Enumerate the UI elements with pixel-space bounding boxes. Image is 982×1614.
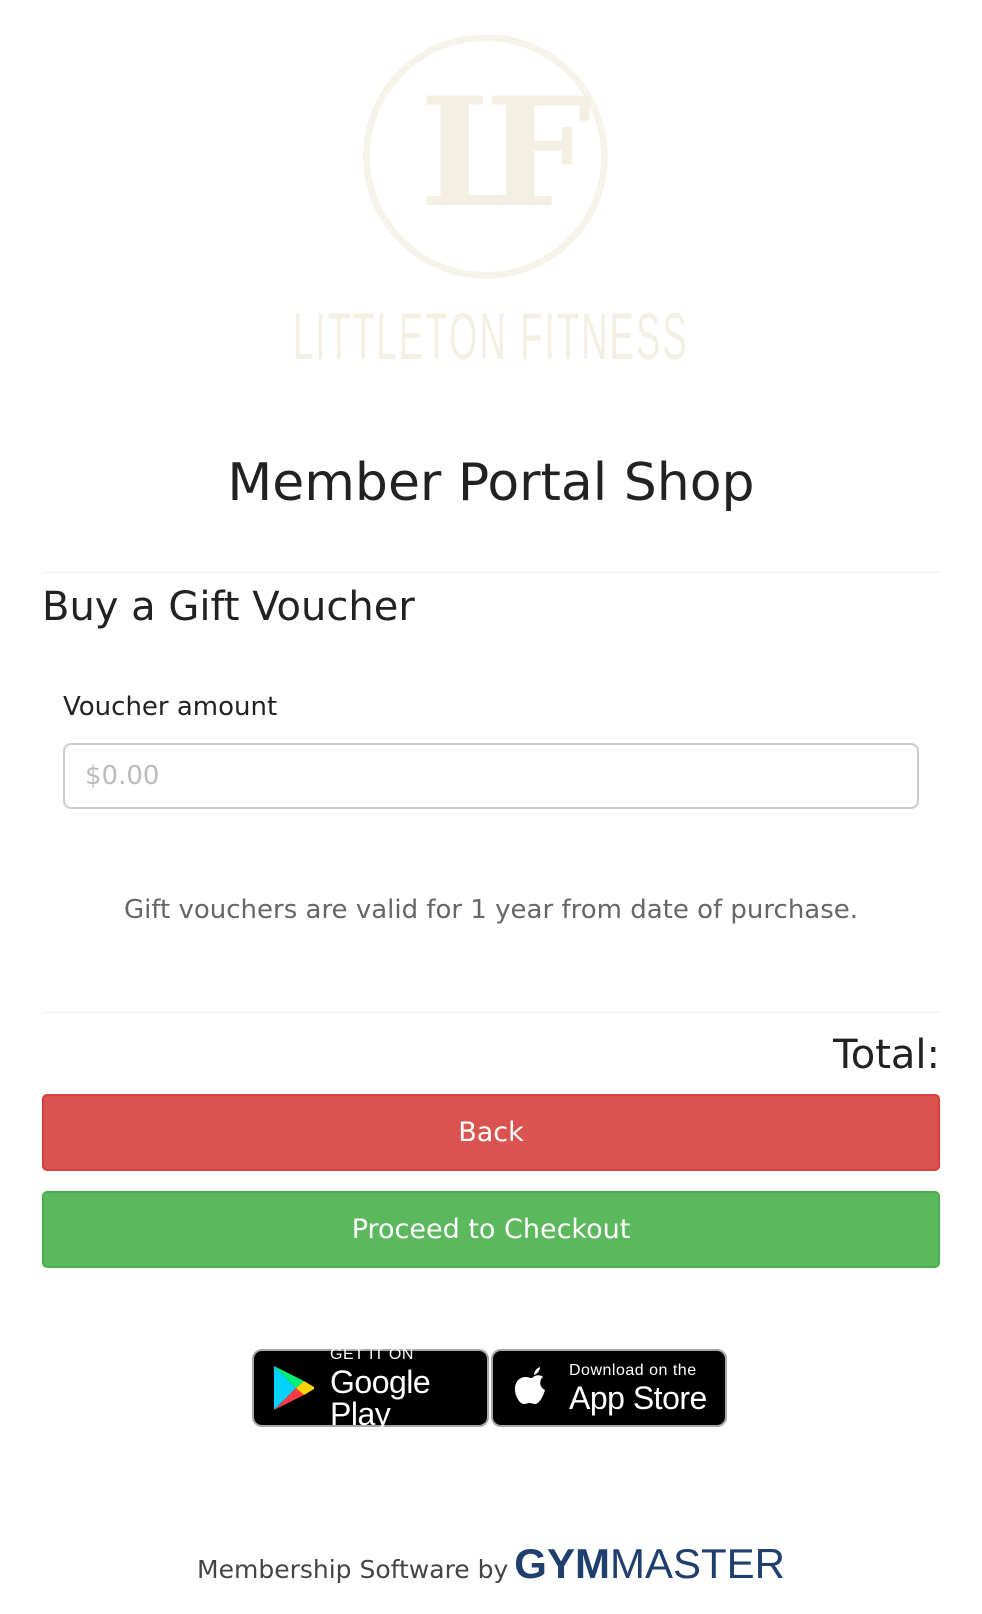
- section-title: Buy a Gift Voucher: [42, 584, 415, 630]
- app-store-big-text: App Store: [569, 1379, 707, 1416]
- app-store-small-text: Download on the: [569, 1361, 697, 1379]
- divider-bottom: [42, 1012, 940, 1013]
- google-play-small-text: GET IT ON: [330, 1345, 414, 1363]
- divider-top: [42, 572, 940, 573]
- voucher-amount-input[interactable]: [63, 743, 919, 809]
- page-title: Member Portal Shop: [227, 453, 755, 513]
- logo-wordmark: LITTLETON FITNESS: [293, 299, 689, 373]
- app-store-badge[interactable]: Download on the App Store: [491, 1349, 727, 1427]
- back-button[interactable]: Back: [42, 1094, 940, 1171]
- footer-text: Membership Software by: [197, 1555, 509, 1584]
- google-play-big-text: Google Play: [330, 1363, 431, 1432]
- logo-monogram: LF: [419, 65, 592, 241]
- google-play-badge[interactable]: GET IT ON Google Play: [252, 1345, 489, 1432]
- gymmaster-logo-gym[interactable]: GYM: [514, 1540, 610, 1587]
- total-label: Total:: [833, 1032, 940, 1078]
- validity-note: Gift vouchers are valid for 1 year from …: [123, 895, 859, 925]
- footer: Membership Software by GYMMASTER: [0, 1540, 982, 1588]
- proceed-to-checkout-button[interactable]: Proceed to Checkout: [42, 1191, 940, 1268]
- google-play-icon: [274, 1366, 314, 1410]
- voucher-amount-label: Voucher amount: [63, 692, 278, 722]
- gymmaster-logo-master[interactable]: MASTER: [610, 1540, 785, 1587]
- apple-icon: [514, 1367, 545, 1404]
